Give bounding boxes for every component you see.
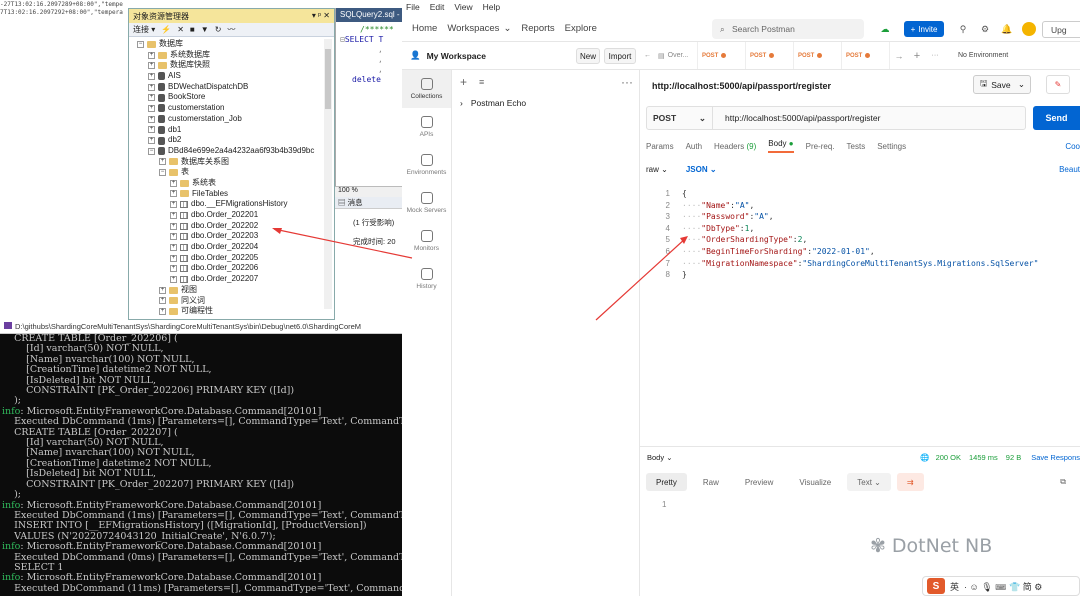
sogou-logo: S bbox=[927, 578, 945, 594]
ime-tools[interactable]: · ☺ 🎙 ⌨ 👕 简 ⚙ bbox=[964, 580, 1042, 593]
wechat-icon: ✾ bbox=[870, 535, 886, 557]
ime-toolbar[interactable]: S 英 · ☺ 🎙 ⌨ 👕 简 ⚙ bbox=[922, 576, 1080, 596]
watermark: ✾ DotNet NB bbox=[870, 535, 993, 557]
annotation-arrows bbox=[272, 228, 688, 321]
arrow-line bbox=[595, 237, 687, 321]
ime-mode[interactable]: 英 bbox=[950, 580, 959, 593]
arrow-line bbox=[273, 228, 413, 259]
arrow-head bbox=[272, 228, 282, 234]
